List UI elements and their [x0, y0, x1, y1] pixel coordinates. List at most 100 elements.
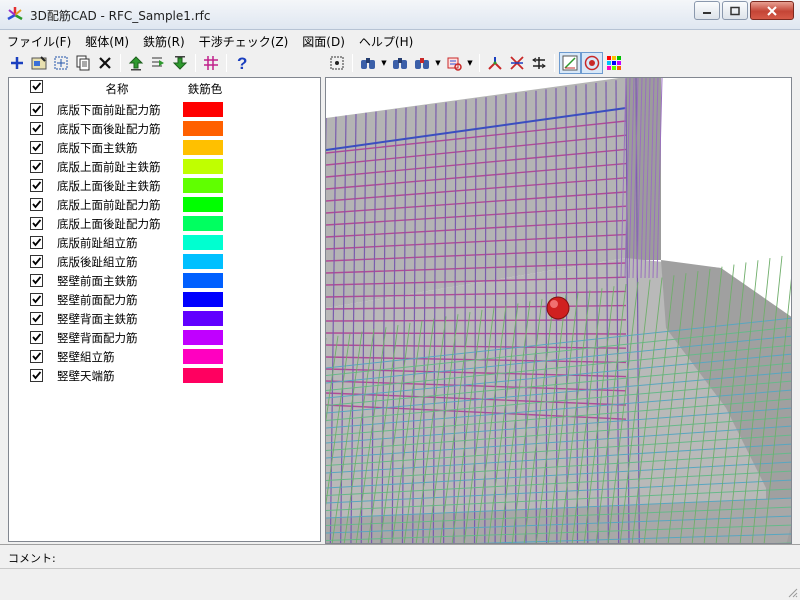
move-down-button[interactable] — [169, 52, 191, 74]
arrow-down-icon — [172, 56, 188, 70]
rebar-color-swatch[interactable] — [183, 216, 223, 231]
menu-interference-check[interactable]: 干渉チェック(Z) — [192, 30, 296, 51]
rebar-color-swatch[interactable] — [183, 292, 223, 307]
list-item[interactable]: 竪壁背面主鉄筋 — [21, 309, 223, 328]
delete-button[interactable] — [94, 52, 116, 74]
header-check-cell — [21, 80, 51, 97]
visibility-checkbox[interactable] — [29, 350, 43, 363]
select-all-checkbox[interactable] — [29, 80, 43, 93]
grid-button[interactable] — [200, 52, 222, 74]
rebar-color-swatch[interactable] — [183, 102, 223, 117]
menu-structure[interactable]: 躯体(M) — [78, 30, 136, 51]
target-icon — [584, 55, 600, 71]
list-item[interactable]: 底版後趾組立筋 — [21, 252, 223, 271]
window-title: 3D配筋CAD - RFC_Sample1.rfc — [30, 9, 211, 23]
visibility-checkbox[interactable] — [29, 122, 43, 135]
sphere-marker — [546, 296, 570, 320]
visibility-checkbox[interactable] — [29, 331, 43, 344]
rebar-name: 竪壁前面配力筋 — [57, 292, 138, 307]
move-up-button[interactable] — [125, 52, 147, 74]
rebar-3d-view[interactable] — [326, 78, 792, 544]
list-item[interactable]: 竪壁前面配力筋 — [21, 290, 223, 309]
visibility-checkbox[interactable] — [29, 103, 43, 116]
visibility-checkbox[interactable] — [29, 255, 43, 268]
help-button[interactable]: ? — [231, 52, 253, 74]
edit-button[interactable] — [28, 52, 50, 74]
color-palette-button[interactable] — [603, 52, 625, 74]
fit-view-button[interactable] — [326, 52, 348, 74]
rotate-view-button[interactable] — [443, 52, 465, 74]
copy-button[interactable] — [72, 52, 94, 74]
visibility-checkbox[interactable] — [29, 141, 43, 154]
zoom-out-button[interactable] — [389, 52, 411, 74]
list-item[interactable]: 底版下面後趾配力筋 — [21, 119, 223, 138]
close-button[interactable] — [750, 1, 794, 20]
toolbar-separator — [226, 54, 227, 72]
menu-file[interactable]: ファイル(F) — [0, 30, 78, 51]
row-check-cell — [21, 236, 51, 249]
rebar-color-swatch[interactable] — [183, 197, 223, 212]
visibility-checkbox[interactable] — [29, 217, 43, 230]
minimize-button[interactable] — [694, 1, 720, 20]
visibility-checkbox[interactable] — [29, 179, 43, 192]
rebar-color-swatch[interactable] — [183, 178, 223, 193]
menu-rebar[interactable]: 鉄筋(R) — [136, 30, 192, 51]
sphere-target-button[interactable] — [581, 52, 603, 74]
visibility-checkbox[interactable] — [29, 312, 43, 325]
list-item[interactable]: 底版上面後趾配力筋 — [21, 214, 223, 233]
row-check-cell — [21, 274, 51, 287]
rebar-color-swatch[interactable] — [183, 349, 223, 364]
list-header: 名称 鉄筋色 — [21, 80, 227, 97]
zoom-area-dropdown-icon[interactable]: ▼ — [433, 59, 443, 67]
menu-drawing[interactable]: 図面(D) — [295, 30, 352, 51]
rebar-color-swatch[interactable] — [183, 159, 223, 174]
rebar-color-swatch[interactable] — [183, 330, 223, 345]
visibility-checkbox[interactable] — [29, 198, 43, 211]
visibility-checkbox[interactable] — [29, 274, 43, 287]
row-check-cell — [21, 255, 51, 268]
list-item[interactable]: 底版上面前趾配力筋 — [21, 195, 223, 214]
cross-section-button[interactable] — [506, 52, 528, 74]
list-item[interactable]: 底版下面主鉄筋 — [21, 138, 223, 157]
select-icon — [54, 56, 68, 70]
rotate-icon — [447, 57, 462, 71]
row-check-cell — [21, 103, 51, 116]
zoom-button[interactable] — [357, 52, 379, 74]
dimension-button[interactable] — [528, 52, 550, 74]
rotate-dropdown-icon[interactable]: ▼ — [465, 59, 475, 67]
list-item[interactable]: 底版前趾組立筋 — [21, 233, 223, 252]
row-check-cell — [21, 198, 51, 211]
rebar-color-swatch[interactable] — [183, 311, 223, 326]
rebar-color-swatch[interactable] — [183, 254, 223, 269]
rebar-color-swatch[interactable] — [183, 235, 223, 250]
rebar-name: 底版上面後趾配力筋 — [57, 216, 161, 231]
axis-button[interactable] — [484, 52, 506, 74]
visibility-checkbox[interactable] — [29, 293, 43, 306]
maximize-button[interactable] — [722, 1, 748, 20]
visibility-checkbox[interactable] — [29, 236, 43, 249]
zoom-area-button[interactable] — [411, 52, 433, 74]
rebar-color-swatch[interactable] — [183, 273, 223, 288]
list-item[interactable]: 竪壁前面主鉄筋 — [21, 271, 223, 290]
visibility-checkbox[interactable] — [29, 369, 43, 382]
list-item[interactable]: 竪壁天端筋 — [21, 366, 223, 385]
list-item[interactable]: 底版上面後趾主鉄筋 — [21, 176, 223, 195]
menu-help[interactable]: ヘルプ(H) — [352, 30, 420, 51]
view-mode-button[interactable] — [559, 52, 581, 74]
list-item[interactable]: 竪壁背面配力筋 — [21, 328, 223, 347]
checkmark-icon — [31, 162, 41, 171]
visibility-checkbox[interactable] — [29, 160, 43, 173]
list-item[interactable]: 底版上面前趾主鉄筋 — [21, 157, 223, 176]
list-item[interactable]: 竪壁組立筋 — [21, 347, 223, 366]
select-button[interactable] — [50, 52, 72, 74]
add-button[interactable] — [6, 52, 28, 74]
resize-grip-icon[interactable] — [786, 586, 798, 598]
list-item[interactable]: 底版下面前趾配力筋 — [21, 100, 223, 119]
3d-viewport[interactable] — [325, 77, 792, 544]
rebar-color-swatch[interactable] — [183, 121, 223, 136]
rebar-color-swatch[interactable] — [183, 140, 223, 155]
cross-section-icon — [510, 56, 524, 70]
zoom-dropdown-icon[interactable]: ▼ — [379, 59, 389, 67]
insert-button[interactable] — [147, 52, 169, 74]
rebar-color-swatch[interactable] — [183, 368, 223, 383]
